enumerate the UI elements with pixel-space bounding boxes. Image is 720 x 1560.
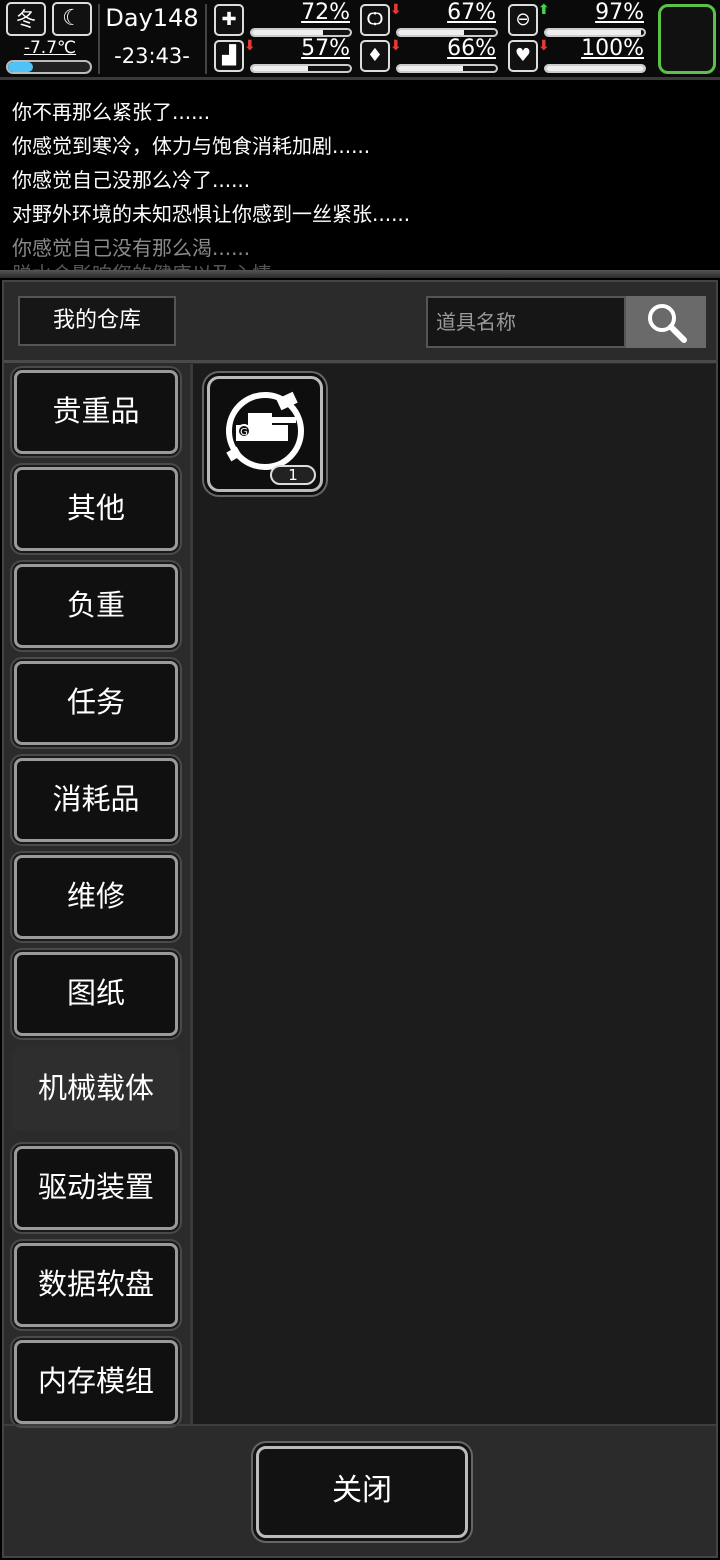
stat-thirst-fill [398, 66, 463, 71]
category-memory-module[interactable]: 内存模组 [14, 1340, 178, 1424]
heart-icon: ♥ [508, 40, 538, 72]
category-blueprints[interactable]: 图纸 [14, 952, 178, 1036]
water-drop-icon: ♦ [360, 40, 390, 72]
stat-pill-value: 97% [595, 0, 644, 25]
search-input[interactable] [426, 296, 626, 348]
stat-mood-value: 100% [581, 36, 644, 61]
down-arrow-icon: ⬇ [538, 38, 550, 54]
up-arrow-icon: ⬆ [538, 2, 550, 18]
category-other[interactable]: 其他 [14, 467, 178, 551]
clock-time: -23:43- [114, 44, 190, 68]
search-button[interactable] [626, 296, 706, 348]
medkit-icon: ✚ [214, 4, 244, 36]
stat-stamina-value: 57% [301, 36, 350, 61]
status-bar: 冬 ☾ -7.7℃ Day148 -23:43- ✚ 72% Ѻ ⬇ 67% ⊖… [0, 0, 720, 80]
stat-stamina-fill [252, 66, 308, 71]
stat-hunger-fill [398, 30, 464, 35]
log-line: 你感觉自己没那么冷了...... [12, 168, 251, 192]
category-data-disk[interactable]: 数据软盘 [14, 1243, 178, 1327]
divider [4, 1424, 716, 1426]
quick-slot[interactable] [658, 4, 716, 74]
stat-pill[interactable]: ⊖ ⬆ 97% [508, 0, 648, 38]
stat-health-fill [252, 30, 323, 35]
divider [205, 4, 207, 74]
stat-stamina-bar [250, 64, 352, 73]
down-arrow-icon: ⬇ [390, 38, 402, 54]
stat-health-value: 72% [301, 0, 350, 25]
stat-health[interactable]: ✚ 72% [214, 0, 354, 38]
log-line: 你不再那么紧张了...... [12, 100, 211, 124]
log-line: 你感觉自己没有那么渴...... [12, 236, 251, 260]
pill-icon: ⊖ [508, 4, 538, 36]
message-log: 你不再那么紧张了...... 你感觉到寒冷，体力与饱食消耗加剧...... 你感… [0, 88, 720, 272]
category-drive-unit[interactable]: 驱动装置 [14, 1146, 178, 1230]
temperature-bar-fill [8, 62, 33, 72]
category-repair[interactable]: 维修 [14, 855, 178, 939]
temperature-text: -7.7℃ [23, 38, 77, 58]
category-valuables[interactable]: 贵重品 [14, 370, 178, 454]
warehouse-title: 我的仓库 [18, 296, 176, 346]
stat-hunger-value: 67% [447, 0, 496, 25]
stat-mood[interactable]: ♥ ⬇ 100% [508, 36, 648, 74]
svg-text:G: G [240, 427, 248, 438]
warehouse-panel: 我的仓库 贵重品 其他 负重 任务 消耗品 维修 图纸 机械载体 驱动装置 数据… [2, 280, 718, 1558]
category-sidebar: 贵重品 其他 负重 任务 消耗品 维修 图纸 机械载体 驱动装置 数据软盘 内存… [8, 364, 188, 1424]
search-icon [648, 304, 687, 343]
stat-stamina[interactable]: ▟ ⬇ 57% [214, 36, 354, 74]
stomach-icon: Ѻ [360, 4, 390, 36]
close-button[interactable]: 关闭 [256, 1446, 468, 1538]
category-load[interactable]: 负重 [14, 564, 178, 648]
down-arrow-icon: ⬇ [244, 38, 256, 54]
day-counter: Day148 [105, 4, 199, 32]
item-count-badge: 1 [270, 465, 316, 485]
item-slot[interactable]: G 1 [207, 376, 323, 492]
season-indicator: 冬 [6, 2, 46, 36]
boot-icon: ▟ [214, 40, 244, 72]
category-mech-carrier[interactable]: 机械载体 [12, 1047, 180, 1131]
category-quest[interactable]: 任务 [14, 661, 178, 745]
divider [0, 270, 720, 278]
stat-hunger[interactable]: Ѻ ⬇ 67% [360, 0, 500, 38]
item-grid: G 1 [190, 364, 716, 1424]
stat-mood-fill [546, 66, 644, 71]
log-line: 你感觉到寒冷，体力与饱食消耗加剧...... [12, 134, 371, 158]
stat-thirst-bar [396, 64, 498, 73]
divider [98, 4, 100, 74]
stat-pill-fill [546, 30, 642, 35]
log-line: 对野外环境的未知恐惧让你感到一丝紧张...... [12, 202, 411, 226]
category-consumables[interactable]: 消耗品 [14, 758, 178, 842]
stat-mood-bar [544, 64, 646, 73]
down-arrow-icon: ⬇ [390, 2, 402, 18]
stat-thirst[interactable]: ♦ ⬇ 66% [360, 36, 500, 74]
temperature-bar [6, 60, 92, 74]
divider [4, 360, 716, 363]
stat-thirst-value: 66% [447, 36, 496, 61]
season-label: 冬 [16, 7, 36, 31]
moon-icon: ☾ [52, 2, 92, 36]
